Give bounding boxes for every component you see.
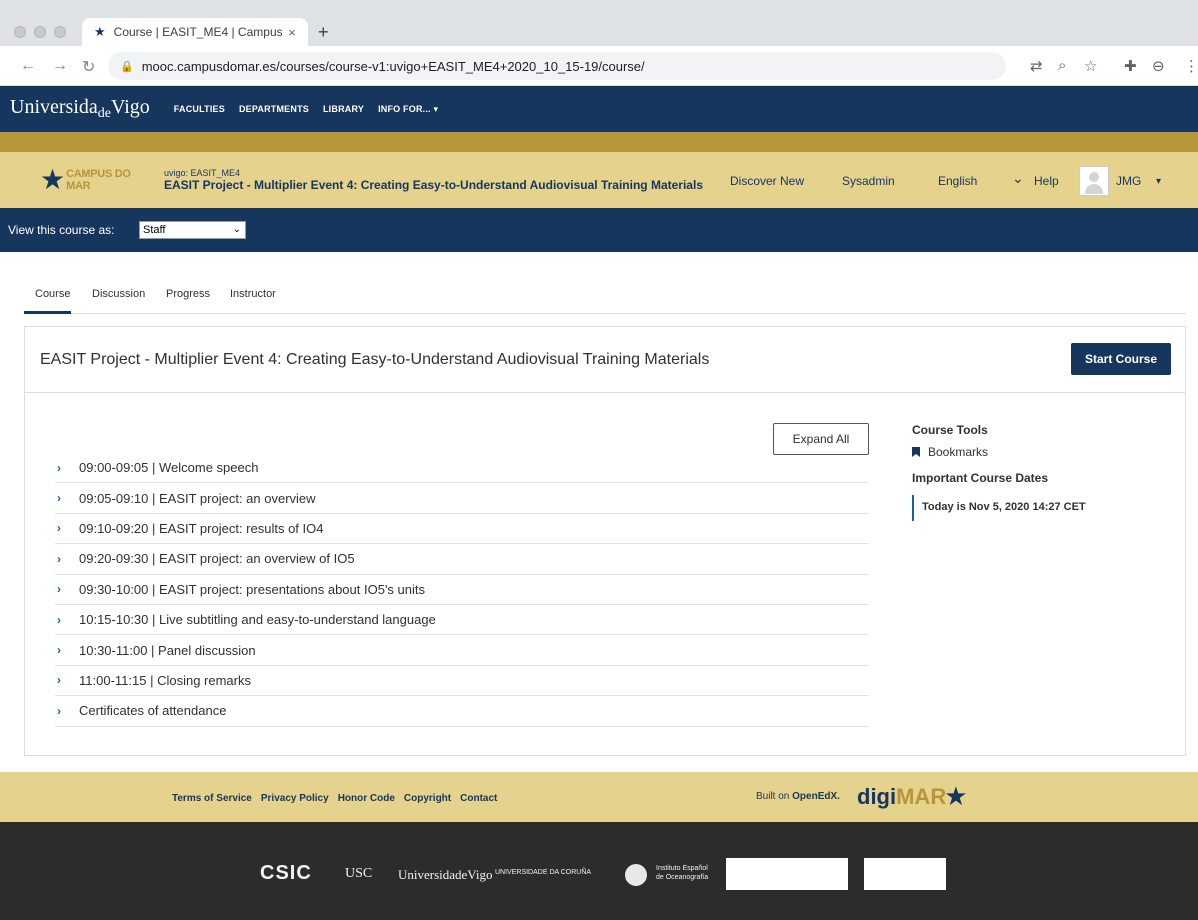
window-minimize-dot[interactable]	[34, 26, 46, 38]
page-title: EASIT Project - Multiplier Event 4: Crea…	[40, 351, 710, 368]
chevron-right-icon: ›	[57, 643, 61, 658]
bookmarks-link[interactable]: Bookmarks	[912, 445, 1172, 459]
translate-icon[interactable]: ⇄	[1030, 57, 1043, 75]
chevron-right-icon: ›	[57, 491, 61, 506]
gold-band	[0, 132, 1198, 152]
course-tools-heading: Course Tools	[912, 423, 988, 437]
new-tab-button[interactable]: +	[318, 22, 329, 43]
discover-new-link[interactable]: Discover New	[730, 174, 804, 188]
zoom-icon[interactable]: ⌕	[1058, 57, 1066, 74]
url-text: mooc.campusdomar.es/courses/course-v1:uv…	[141, 58, 645, 74]
nav-departments[interactable]: DEPARTMENTS	[239, 104, 309, 115]
caret-down-icon[interactable]: ▾	[1156, 176, 1161, 187]
course-panel-header: EASIT Project - Multiplier Event 4: Crea…	[25, 327, 1185, 393]
sysadmin-link[interactable]: Sysadmin	[842, 174, 895, 188]
chevron-right-icon: ›	[57, 612, 61, 627]
chevron-right-icon: ›	[57, 673, 61, 688]
chevron-right-icon: ›	[57, 460, 61, 475]
course-org: uvigo: EASIT_ME4	[164, 168, 241, 178]
view-as-select[interactable]: Staff ⌄	[139, 221, 246, 239]
gobierno-espana-logo[interactable]	[726, 858, 848, 890]
tab-close-icon[interactable]: ×	[282, 25, 302, 40]
built-on-openedx[interactable]: Built on OpenEdX.	[756, 791, 840, 802]
uvigo-logo[interactable]: UniversidadeVigo	[398, 867, 493, 883]
tab-course[interactable]: Course	[24, 288, 71, 314]
nav-info-for[interactable]: INFO FOR... ▾	[378, 104, 438, 115]
course-tools: Course Tools Bookmarks Important Course …	[912, 423, 1172, 521]
course-name: EASIT Project - Multiplier Event 4: Crea…	[164, 178, 703, 192]
university-nav: FACULTIES DEPARTMENTS LIBRARY INFO FOR..…	[174, 104, 452, 115]
copyright-link[interactable]: Copyright	[404, 793, 451, 804]
tab-title: Course | EASIT_ME4 | Campus	[113, 25, 282, 39]
course-panel: EASIT Project - Multiplier Event 4: Crea…	[24, 326, 1186, 756]
star-icon: ★	[40, 164, 66, 195]
partners-footer	[0, 822, 1198, 920]
terms-link[interactable]: Terms of Service	[172, 793, 252, 804]
bookmark-star-icon[interactable]: ☆	[1084, 57, 1097, 75]
url-field[interactable]: 🔒 mooc.campusdomar.es/courses/course-v1:…	[108, 52, 1006, 80]
tab-progress[interactable]: Progress	[166, 288, 210, 314]
profile-icon[interactable]: ⊖	[1152, 57, 1165, 75]
help-link[interactable]: Help	[1034, 174, 1059, 188]
course-outline: › 09:00-09:05 | Welcome speech › 09:05-09:…	[55, 453, 869, 727]
expand-all-button[interactable]: Expand All	[773, 423, 869, 455]
nav-faculties[interactable]: FACULTIES	[174, 104, 225, 115]
star-icon: ★	[944, 781, 968, 811]
chevron-right-icon: ›	[57, 551, 61, 566]
csic-logo[interactable]: CSIC	[260, 862, 312, 885]
course-dates-heading: Important Course Dates	[912, 471, 1049, 485]
user-menu[interactable]: JMG	[1116, 174, 1141, 188]
chevron-right-icon: ›	[57, 703, 61, 718]
chevron-right-icon: ›	[57, 582, 61, 597]
footer-links: Terms of Service Privacy Policy Honor Co…	[172, 793, 506, 804]
outline-section[interactable]: › 10:30-11:00 | Panel discussion	[55, 635, 869, 666]
today-date: Today is Nov 5, 2020 14:27 CET	[912, 495, 1172, 521]
address-bar: ← → ↻ 🔒 mooc.campusdomar.es/courses/cour…	[0, 46, 1198, 86]
tab-instructor[interactable]: Instructor	[230, 288, 276, 314]
chevron-right-icon: ›	[57, 521, 61, 536]
back-icon[interactable]: ←	[20, 57, 36, 75]
honor-code-link[interactable]: Honor Code	[338, 793, 395, 804]
menu-icon[interactable]: ⋮	[1184, 57, 1198, 75]
bookmark-icon	[912, 447, 920, 457]
eu-feder-logo[interactable]	[864, 858, 946, 890]
chevron-down-icon: ⌄	[232, 224, 241, 235]
usc-logo[interactable]: USC	[345, 866, 372, 882]
chevron-down-icon[interactable]: ⌄	[1012, 170, 1024, 187]
lock-icon: 🔒	[120, 60, 134, 73]
course-tabs: Course Discussion Progress Instructor	[24, 288, 1186, 314]
outline-section[interactable]: › 10:15-10:30 | Live subtitling and easy-…	[55, 605, 869, 636]
start-course-button[interactable]: Start Course	[1071, 343, 1171, 375]
reload-icon[interactable]: ↻	[82, 57, 95, 77]
privacy-link[interactable]: Privacy Policy	[261, 793, 329, 804]
browser-tab[interactable]: ★ Course | EASIT_ME4 | Campus ×	[82, 18, 308, 46]
view-as-label: View this course as:	[8, 223, 115, 237]
ieo-logo[interactable]: Instituto Español de Oceanografía	[656, 864, 716, 882]
outline-section[interactable]: › 09:20-09:30 | EASIT project: an overvie…	[55, 544, 869, 575]
digimar-logo[interactable]: digi MAR ★	[857, 781, 968, 812]
language-select[interactable]: English	[938, 174, 977, 188]
outline-section[interactable]: › 09:05-09:10 | EASIT project: an overvie…	[55, 483, 869, 514]
udc-logo[interactable]: UNIVERSIDADE DA CORUÑA	[495, 869, 591, 876]
contact-link[interactable]: Contact	[460, 793, 497, 804]
avatar[interactable]	[1079, 166, 1109, 196]
extensions-icon[interactable]: ✚	[1124, 57, 1137, 75]
browser-tab-bar: ★ Course | EASIT_ME4 | Campus × +	[0, 0, 1198, 46]
nav-library[interactable]: LIBRARY	[323, 104, 364, 115]
university-logo[interactable]: UniversidadeVigo	[10, 96, 150, 122]
campus-do-mar-logo[interactable]: ★ CAMPUS DO MAR	[40, 166, 150, 194]
outline-section[interactable]: › Certificates of attendance	[55, 696, 869, 727]
university-header: UniversidadeVigo FACULTIES DEPARTMENTS L…	[0, 86, 1198, 132]
forward-icon[interactable]: →	[52, 57, 68, 75]
outline-section[interactable]: › 09:10-09:20 | EASIT project: results of…	[55, 514, 869, 545]
ieo-emblem	[625, 864, 647, 886]
window-close-dot[interactable]	[14, 26, 26, 38]
outline-section[interactable]: › 11:00-11:15 | Closing remarks	[55, 666, 869, 697]
window-zoom-dot[interactable]	[54, 26, 66, 38]
tab-discussion[interactable]: Discussion	[92, 288, 145, 314]
outline-section[interactable]: › 09:00-09:05 | Welcome speech	[55, 453, 869, 484]
favicon-star-icon: ★	[94, 24, 106, 39]
course-identity: uvigo: EASIT_ME4 EASIT Project - Multipl…	[164, 168, 703, 192]
outline-section[interactable]: › 09:30-10:00 | EASIT project: presentati…	[55, 575, 869, 605]
